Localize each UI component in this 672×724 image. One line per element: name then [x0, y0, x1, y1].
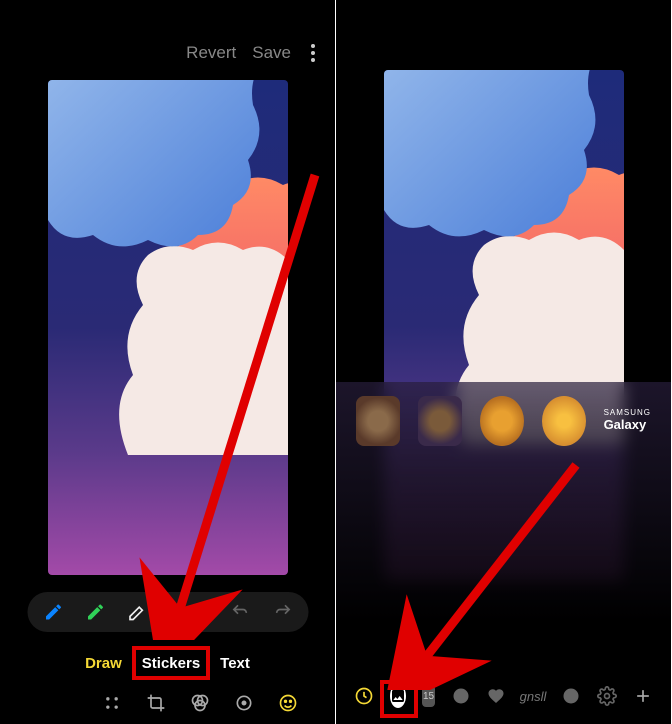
blue-shape-r — [384, 70, 604, 245]
redo-icon[interactable] — [270, 600, 294, 624]
recent-stickers-row: SAMSUNG Galaxy — [336, 382, 671, 460]
sticker-category-bar: 15 gnsll — [336, 684, 671, 708]
emoji-icon[interactable] — [451, 684, 471, 708]
eraser-icon[interactable] — [167, 600, 191, 624]
divider — [209, 602, 210, 622]
sticker-person-2[interactable] — [418, 396, 462, 446]
pen-blue-icon[interactable] — [41, 600, 65, 624]
transform-icon[interactable] — [101, 692, 123, 714]
white-shape — [108, 235, 288, 455]
filters-icon[interactable] — [189, 692, 211, 714]
crop-icon[interactable] — [145, 692, 167, 714]
mode-tabs: Draw Stickers Text — [85, 655, 250, 672]
sticker-jar[interactable] — [480, 396, 524, 446]
phone-left-editor: Revert Save — [0, 0, 336, 724]
recent-icon[interactable] — [354, 684, 374, 708]
phone-right-stickers: SAMSUNG Galaxy 15 gnsll — [336, 0, 672, 724]
editor-bottom-nav — [101, 692, 299, 714]
image-preview[interactable] — [48, 80, 288, 575]
settings-icon[interactable] — [597, 684, 617, 708]
galaxy-logo: SAMSUNG Galaxy — [604, 409, 651, 432]
galaxy-text: Galaxy — [604, 418, 651, 432]
blue-shape — [48, 80, 268, 255]
sticker-person-1[interactable] — [356, 396, 400, 446]
tab-draw[interactable]: Draw — [85, 655, 122, 672]
text-sticker-icon[interactable]: gnsll — [521, 684, 545, 708]
adjust-icon[interactable] — [233, 692, 255, 714]
highlighter-icon[interactable] — [83, 600, 107, 624]
calendar-sticker-icon[interactable]: 15 — [422, 685, 435, 707]
sticker-food[interactable] — [542, 396, 586, 446]
calendar-day: 15 — [423, 691, 434, 702]
more-options-icon[interactable] — [307, 40, 319, 66]
sticker-panel: SAMSUNG Galaxy — [336, 382, 671, 622]
revert-button[interactable]: Revert — [186, 43, 236, 63]
top-toolbar: Revert Save — [186, 40, 319, 66]
avatar-icon[interactable] — [561, 684, 581, 708]
tab-text[interactable]: Text — [220, 655, 250, 672]
save-button[interactable]: Save — [252, 43, 291, 63]
draw-tools-toolbar — [27, 592, 308, 632]
decorate-icon[interactable] — [277, 692, 299, 714]
pencil-icon[interactable] — [125, 600, 149, 624]
gallery-sticker-icon[interactable] — [390, 684, 406, 708]
undo-icon[interactable] — [228, 600, 252, 624]
tab-stickers[interactable]: Stickers — [142, 655, 200, 672]
add-icon[interactable] — [633, 684, 653, 708]
heart-icon[interactable] — [487, 684, 505, 708]
